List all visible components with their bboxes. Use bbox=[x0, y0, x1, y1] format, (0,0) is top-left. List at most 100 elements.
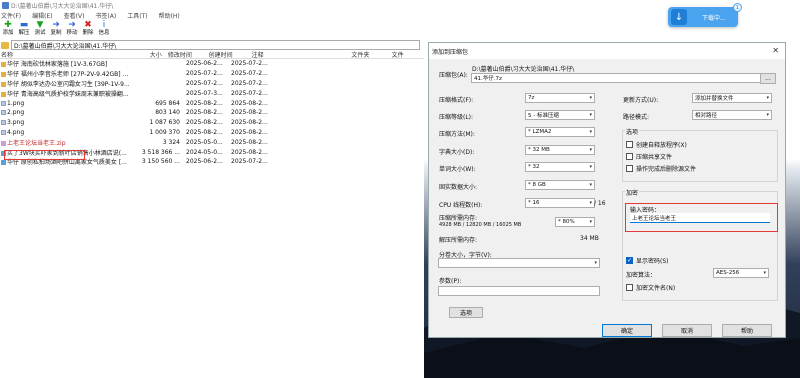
image-file-icon bbox=[1, 110, 6, 116]
shared-checkbox[interactable]: 压缩共享文件 bbox=[626, 152, 672, 161]
file-row[interactable]: 2.png 803 140 2025-08-2... 2025-08-2... bbox=[0, 108, 424, 118]
dict-select[interactable]: * 32 MB ▾ bbox=[525, 145, 595, 155]
file-size-cell: 3 150 560 ... bbox=[141, 158, 180, 166]
chevron-down-icon: ▾ bbox=[766, 112, 769, 118]
file-created-cell: 2025-08-2... bbox=[231, 128, 268, 136]
menu-item[interactable]: 编辑(E) bbox=[32, 11, 52, 20]
enc-method-select[interactable]: AES-256 ▾ bbox=[713, 268, 769, 278]
copy-icon: ➜ bbox=[52, 20, 60, 30]
file-row[interactable]: 华仔 青海高级气质护校学妹周末兼职被操翻... 2025-07-3... 2025-… bbox=[0, 88, 424, 98]
sfx-checkbox[interactable]: 创建自释放程序(X) bbox=[626, 140, 687, 149]
file-name-cell: 1.png bbox=[0, 100, 140, 107]
copy-button[interactable]: ➜ 复制 bbox=[49, 21, 63, 37]
file-row[interactable]: 1.png 695 864 2025-08-2... 2025-08-2... bbox=[0, 98, 424, 108]
threads-total: / 16 bbox=[594, 200, 606, 207]
word-label: 单词大小(W): bbox=[439, 166, 476, 173]
browse-button[interactable]: ... bbox=[760, 73, 776, 84]
level-select[interactable]: 5 - 标准压缩 ▾ bbox=[525, 110, 595, 120]
file-row[interactable]: 3.png 1 087 630 2025-08-2... 2025-08-2... bbox=[0, 118, 424, 128]
sfx-label: 创建自释放程序(X) bbox=[636, 142, 687, 149]
menu-item[interactable]: 帮助(H) bbox=[159, 11, 180, 20]
move-button[interactable]: ➜ 移动 bbox=[65, 21, 79, 37]
file-name-cell: 华仔 胡似李达办公室闪霜女习生 [39P-1V-9... bbox=[0, 79, 140, 88]
file-created-cell: 2025-08-2... bbox=[231, 99, 268, 107]
file-size-cell: 3 518 366 ... bbox=[141, 148, 180, 156]
solid-select[interactable]: * 8 GB ▾ bbox=[525, 180, 595, 190]
toolbar-label: 删除 bbox=[82, 30, 94, 36]
encryption-group-title: 加密 bbox=[625, 188, 640, 197]
mem-select[interactable]: * 80% ▾ bbox=[555, 217, 595, 227]
info-button[interactable]: i 信息 bbox=[97, 21, 111, 37]
help-button[interactable]: 帮助 bbox=[722, 324, 772, 337]
file-name: 上老王论坛当老王.zip bbox=[7, 139, 66, 147]
file-modified-cell: 2025-08-2... bbox=[186, 128, 223, 136]
checkbox-box bbox=[626, 153, 633, 160]
download-toast[interactable]: ↓ 下载中... bbox=[668, 7, 738, 27]
chevron-down-icon: ▾ bbox=[589, 129, 592, 135]
level-value: 5 - 标准压缩 bbox=[528, 113, 559, 119]
file-icon bbox=[1, 160, 6, 166]
file-manager-window: D:\墓著山伯爵\习大大论治国\41.华仔\ 文件(F) 编辑(E) 查看(V) 书签… bbox=[0, 0, 424, 378]
file-created-cell: 2025-07-2... bbox=[231, 79, 268, 87]
path-input[interactable]: D:\墓著山伯爵\习大大论治国\41.华仔\ bbox=[11, 40, 420, 50]
archive-name-combo[interactable]: 41.华仔.7z ▾ bbox=[471, 73, 775, 83]
file-modified-cell: 2025-07-2... bbox=[186, 70, 223, 78]
split-select[interactable]: ▾ bbox=[438, 258, 600, 268]
params-input[interactable] bbox=[438, 286, 600, 296]
archive-name-value: 41.华仔.7z bbox=[474, 76, 502, 82]
add-button[interactable]: ✚ 添加 bbox=[1, 21, 15, 37]
file-row[interactable]: 上老王论坛当老王.zip 3 324 2025-05-0... 2025-08-2..… bbox=[0, 137, 424, 147]
format-select[interactable]: 7z ▾ bbox=[525, 93, 595, 103]
test-button[interactable]: ▼ 测试 bbox=[33, 21, 47, 37]
menu-item[interactable]: 文件(F) bbox=[1, 11, 21, 20]
toolbar-label: 移动 bbox=[66, 30, 78, 36]
toolbar-label: 复制 bbox=[50, 30, 62, 36]
column-folders[interactable]: 文件夹 bbox=[343, 50, 383, 59]
file-modified-cell: 2025-08-2... bbox=[186, 119, 223, 127]
method-select[interactable]: * LZMA2 ▾ bbox=[525, 127, 595, 137]
cancel-button[interactable]: 取消 bbox=[662, 324, 712, 337]
column-created[interactable]: 创建时间 bbox=[205, 50, 244, 59]
file-name: 4.png bbox=[7, 128, 25, 136]
extract-button[interactable]: ▬ 解压 bbox=[17, 21, 31, 37]
menu-item[interactable]: 书签(A) bbox=[95, 11, 116, 20]
file-row[interactable]: 华仔 胡似李达办公室闪霜女习生 [39P-1V-9... 2025-07-2...… bbox=[0, 79, 424, 89]
file-name: 1.png bbox=[7, 99, 25, 107]
menu-item[interactable]: 查看(V) bbox=[64, 11, 85, 20]
file-row[interactable]: 华仔 海南砍伐林家落施 [1V-3.67GB] 2025-06-2... 2025-… bbox=[0, 59, 424, 69]
file-name-cell: 2.png bbox=[0, 109, 140, 116]
method-value: * LZMA2 bbox=[528, 129, 552, 135]
update-select[interactable]: 添加并替换文件 ▾ bbox=[692, 93, 772, 103]
file-created-cell: 2025-07-2... bbox=[231, 89, 268, 97]
ok-button[interactable]: 确定 bbox=[602, 324, 652, 337]
word-select[interactable]: * 32 ▾ bbox=[525, 162, 595, 172]
delete-after-checkbox[interactable]: 操作完成后删除源文件 bbox=[626, 164, 696, 173]
file-modified-cell: 2025-08-2... bbox=[186, 99, 223, 107]
file-row[interactable]: 4.png 1 009 370 2025-08-2... 2025-08-2... bbox=[0, 128, 424, 138]
delete-icon: ✖ bbox=[84, 20, 92, 30]
column-name[interactable]: 名称 bbox=[0, 50, 126, 59]
level-label: 压缩等级(L): bbox=[439, 114, 474, 121]
file-name-cell: 4.png bbox=[0, 129, 140, 136]
column-comment[interactable]: 注释 bbox=[244, 50, 344, 59]
show-password-checkbox[interactable]: ✓ 显示密码(S) bbox=[626, 256, 669, 265]
options-button[interactable]: 选项 bbox=[449, 307, 483, 318]
path-mode-label: 路径模式: bbox=[623, 114, 650, 121]
column-size[interactable]: 大小 bbox=[126, 50, 164, 59]
threads-select[interactable]: * 16 ▾ bbox=[525, 198, 595, 208]
file-size-cell: 695 864 bbox=[155, 99, 180, 107]
path-mode-select[interactable]: 相对路径 ▾ bbox=[692, 110, 772, 120]
column-modified[interactable]: 修改时间 bbox=[164, 50, 205, 59]
menu-item[interactable]: 工具(T) bbox=[127, 11, 147, 20]
chevron-down-icon: ▾ bbox=[589, 112, 592, 118]
file-row[interactable]: 华仔 福州小李音乐老师 [27P-2V-9.42GB] ... 2025-07-2… bbox=[0, 69, 424, 79]
file-created-cell: 2025-08-2... bbox=[231, 119, 268, 127]
delete-button[interactable]: ✖ 删除 bbox=[81, 21, 95, 37]
update-value: 添加并替换文件 bbox=[695, 96, 734, 102]
close-icon[interactable]: ✕ bbox=[772, 46, 779, 55]
column-files[interactable]: 文件 bbox=[384, 50, 424, 59]
encrypt-names-checkbox[interactable]: 加密文件名(N) bbox=[626, 283, 675, 292]
add-to-archive-dialog: 添加到压缩包 ✕ 压缩包(A): D:\墓著山伯爵\习大大论治国\41.华仔\ … bbox=[428, 42, 786, 338]
dialog-title: 添加到压缩包 bbox=[432, 48, 469, 56]
show-password-label: 显示密码(S) bbox=[636, 258, 669, 265]
